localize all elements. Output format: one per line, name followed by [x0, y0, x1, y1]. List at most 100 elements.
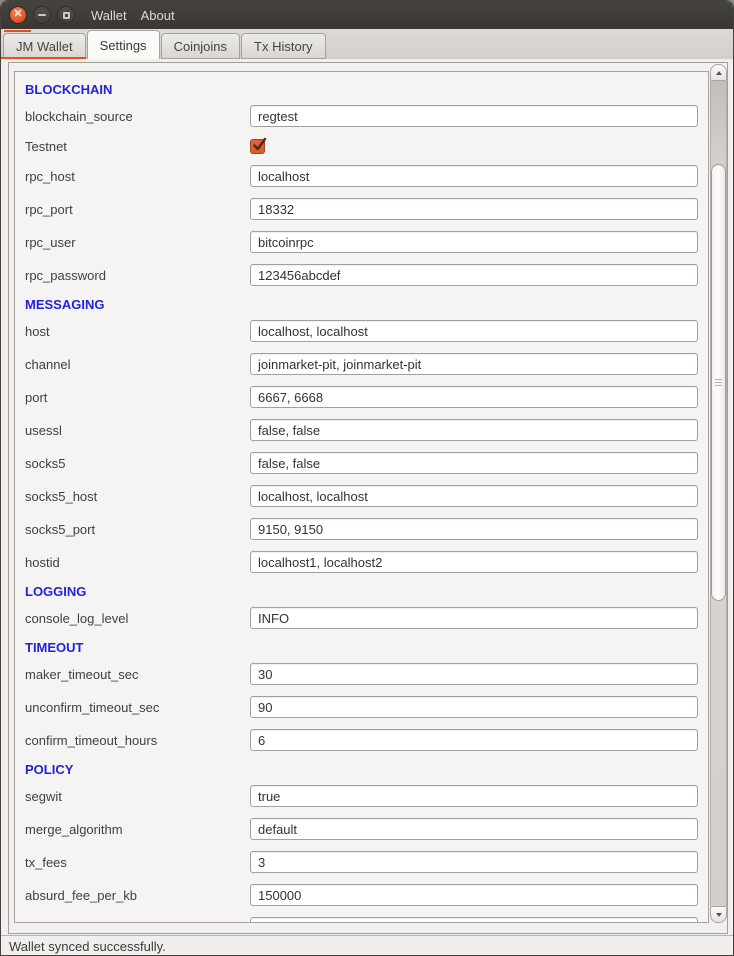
settings-form: BLOCKCHAIN blockchain_source Testnet rpc_ho…	[15, 72, 708, 923]
settings-scroll-area: BLOCKCHAIN blockchain_source Testnet rpc_ho…	[14, 71, 709, 923]
label-unconfirm-timeout-sec: unconfirm_timeout_sec	[25, 700, 250, 715]
label-blockchain-source: blockchain_source	[25, 109, 250, 124]
label-socks5: socks5	[25, 456, 250, 471]
field-row: console_log_level	[25, 607, 698, 629]
maximize-button[interactable]	[57, 6, 75, 24]
field-row: absurd_fee_per_kb	[25, 884, 698, 906]
tab-coinjoins[interactable]: Coinjoins	[161, 33, 240, 59]
field-row: rpc_host	[25, 165, 698, 187]
vertical-scrollbar[interactable]	[710, 64, 727, 923]
titlebar: ✕ Wallet About	[1, 1, 733, 29]
input-rpc-password[interactable]	[250, 264, 698, 286]
field-row: channel	[25, 353, 698, 375]
section-header-timeout: TIMEOUT	[25, 640, 698, 656]
input-unconfirm-timeout-sec[interactable]	[250, 696, 698, 718]
arrow-down-icon	[716, 913, 722, 917]
input-usessl[interactable]	[250, 419, 698, 441]
input-tx-fees[interactable]	[250, 851, 698, 873]
field-row: unconfirm_timeout_sec	[25, 696, 698, 718]
label-hostid: hostid	[25, 555, 250, 570]
field-row: socks5_port	[25, 518, 698, 540]
thumb-grip-icon	[715, 379, 722, 380]
maximize-icon	[63, 12, 70, 19]
label-host: host	[25, 324, 250, 339]
thumb-grip-icon	[715, 385, 722, 386]
label-merge-algorithm: merge_algorithm	[25, 822, 250, 837]
label-maker-timeout-sec: maker_timeout_sec	[25, 667, 250, 682]
field-row: hostid	[25, 551, 698, 573]
field-row: host	[25, 320, 698, 342]
input-maker-timeout-sec[interactable]	[250, 663, 698, 685]
input-blockchain-source[interactable]	[250, 105, 698, 127]
field-row: socks5_host	[25, 485, 698, 507]
field-row: tx_fees	[25, 851, 698, 873]
input-confirm-timeout-hours[interactable]	[250, 729, 698, 751]
settings-tab-pane: BLOCKCHAIN blockchain_source Testnet rpc_ho…	[1, 59, 733, 935]
label-socks5-host: socks5_host	[25, 489, 250, 504]
input-channel[interactable]	[250, 353, 698, 375]
status-text: Wallet synced successfully.	[9, 939, 166, 954]
input-socks5-host[interactable]	[250, 485, 698, 507]
label-segwit: segwit	[25, 789, 250, 804]
section-header-messaging: MESSAGING	[25, 297, 698, 313]
checkbox-testnet[interactable]	[250, 139, 265, 154]
input-hostid[interactable]	[250, 551, 698, 573]
input-absurd-fee-per-kb[interactable]	[250, 884, 698, 906]
minimize-button[interactable]	[33, 6, 51, 24]
field-row: blockchain_source	[25, 105, 698, 127]
input-rpc-port[interactable]	[250, 198, 698, 220]
field-row: Testnet	[25, 138, 698, 154]
menu-about[interactable]: About	[141, 8, 175, 23]
field-row: rpc_port	[25, 198, 698, 220]
field-row: port	[25, 386, 698, 408]
label-console-log-level: console_log_level	[25, 611, 250, 626]
input-socks5-port[interactable]	[250, 518, 698, 540]
input-console-log-level[interactable]	[250, 607, 698, 629]
scroll-up-button[interactable]	[710, 64, 727, 81]
input-port[interactable]	[250, 386, 698, 408]
tab-jm-wallet[interactable]: JM Wallet	[3, 33, 86, 59]
tab-bar: JM WalletSettingsCoinjoinsTx History	[1, 29, 733, 59]
tab-tx-history[interactable]: Tx History	[241, 33, 326, 59]
label-testnet: Testnet	[25, 139, 250, 154]
minimize-icon	[38, 14, 46, 16]
tab-settings[interactable]: Settings	[87, 30, 160, 59]
field-row: usessl	[25, 419, 698, 441]
thumb-grip-icon	[715, 382, 722, 383]
checkmark-icon	[251, 136, 268, 153]
scrollbar-track[interactable]	[710, 81, 727, 906]
input-rpc-host[interactable]	[250, 165, 698, 187]
clipped-field-row	[25, 917, 698, 923]
scroll-down-button[interactable]	[710, 906, 727, 923]
input-[interactable]	[250, 917, 698, 923]
field-row: maker_timeout_sec	[25, 663, 698, 685]
input-socks5[interactable]	[250, 452, 698, 474]
section-header-policy: POLICY	[25, 762, 698, 778]
label-confirm-timeout-hours: confirm_timeout_hours	[25, 733, 250, 748]
app-window: ✕ Wallet About JM WalletSettingsCoinjoin…	[0, 0, 734, 956]
field-row: rpc_user	[25, 231, 698, 253]
label-rpc-host: rpc_host	[25, 169, 250, 184]
field-row: socks5	[25, 452, 698, 474]
menu-wallet[interactable]: Wallet	[91, 8, 127, 23]
field-row: merge_algorithm	[25, 818, 698, 840]
input-host[interactable]	[250, 320, 698, 342]
input-rpc-user[interactable]	[250, 231, 698, 253]
tab-orange-underline	[1, 57, 86, 59]
section-header-logging: LOGGING	[25, 584, 698, 600]
label-rpc-password: rpc_password	[25, 268, 250, 283]
label-rpc-port: rpc_port	[25, 202, 250, 217]
input-merge-algorithm[interactable]	[250, 818, 698, 840]
label-port: port	[25, 390, 250, 405]
label-usessl: usessl	[25, 423, 250, 438]
label-socks5-port: socks5_port	[25, 522, 250, 537]
input-segwit[interactable]	[250, 785, 698, 807]
close-icon: ✕	[13, 9, 22, 20]
close-button[interactable]: ✕	[9, 6, 27, 24]
status-bar: Wallet synced successfully.	[1, 935, 733, 956]
section-header-blockchain: BLOCKCHAIN	[25, 82, 698, 98]
scrollbar-thumb[interactable]	[711, 164, 726, 601]
arrow-up-icon	[716, 71, 722, 75]
field-row: segwit	[25, 785, 698, 807]
field-row: confirm_timeout_hours	[25, 729, 698, 751]
